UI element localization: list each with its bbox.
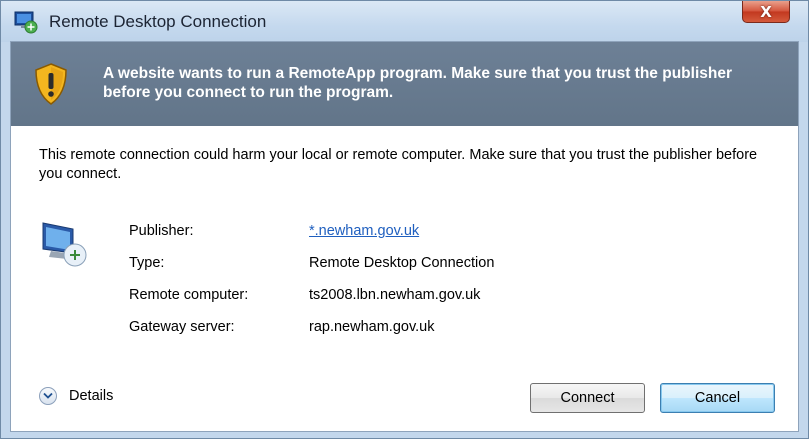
publisher-link[interactable]: *.newham.gov.uk <box>309 223 419 239</box>
details-label[interactable]: Details <box>69 388 113 404</box>
warning-banner: A website wants to run a RemoteApp progr… <box>11 42 798 126</box>
remote-computer-label: Remote computer: <box>129 287 249 303</box>
banner-message: A website wants to run a RemoteApp progr… <box>103 65 732 101</box>
remote-computer-icon <box>39 219 89 269</box>
details-toggle[interactable]: Details <box>39 387 113 405</box>
window-title: Remote Desktop Connection <box>49 12 267 31</box>
close-button[interactable]: X <box>742 1 790 23</box>
gateway-server-label: Gateway server: <box>129 319 235 335</box>
gateway-server-value: rap.newham.gov.uk <box>309 319 435 335</box>
close-icon: X <box>760 2 772 21</box>
type-label: Type: <box>129 255 165 271</box>
warning-shield-icon <box>33 62 69 106</box>
remote-desktop-icon <box>14 10 38 34</box>
cancel-button[interactable]: Cancel <box>660 383 775 413</box>
chevron-down-icon[interactable] <box>39 387 57 405</box>
title-bar[interactable]: Remote Desktop Connection X <box>1 1 808 42</box>
connect-button[interactable]: Connect <box>530 383 645 413</box>
remote-computer-value: ts2008.lbn.newham.gov.uk <box>309 287 481 303</box>
warning-message: This remote connection could harm your l… <box>39 147 758 182</box>
type-value: Remote Desktop Connection <box>309 255 495 271</box>
dialog-body: A website wants to run a RemoteApp progr… <box>10 41 799 432</box>
publisher-label: Publisher: <box>129 223 194 239</box>
remote-desktop-dialog: Remote Desktop Connection X A website wa… <box>0 0 809 439</box>
